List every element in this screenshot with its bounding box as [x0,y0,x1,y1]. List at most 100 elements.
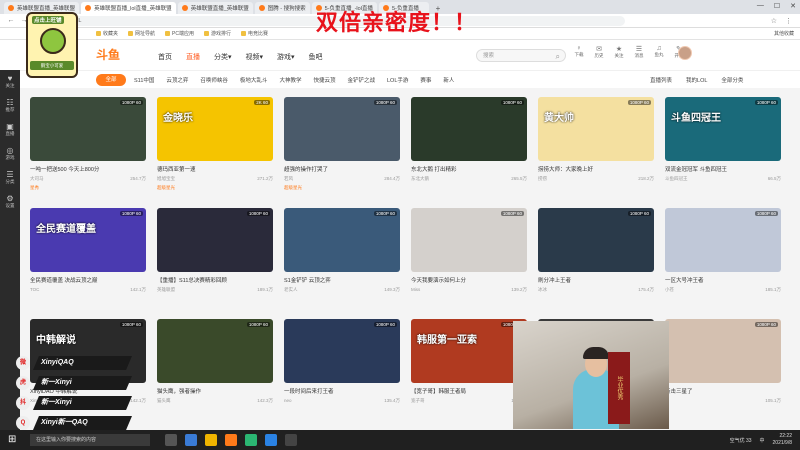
sidebar-item-recommend[interactable]: ☷ 推荐 [0,94,20,118]
stream-thumbnail[interactable]: 1080P 60 [157,208,273,272]
download-button[interactable]: ♀ 下载 [572,45,586,59]
stream-card[interactable]: 1080P 60 东北大鹅 打出精彩 东北大鹅 265.5万 [411,97,527,205]
douyu-app-icon[interactable] [225,434,237,446]
stream-title[interactable]: 一段时间后来打王者 [284,387,400,395]
obs-icon[interactable] [285,434,297,446]
stream-card[interactable]: 1080P 60 今天我要演示如何上分 Miss 139.2万 [411,208,527,316]
search-icon[interactable]: ⌕ [556,51,560,63]
close-icon[interactable]: ✕ [790,2,796,10]
stream-thumbnail[interactable]: 1080P 60 [157,319,273,383]
nav-video[interactable]: 视频▾ [246,52,264,62]
stream-thumbnail[interactable]: 1080P 60 [30,97,146,161]
wechat-icon[interactable] [245,434,257,446]
minimize-icon[interactable]: — [757,2,764,10]
fishball-button[interactable]: ♫ 鱼丸 [652,45,666,59]
stream-card[interactable]: 1080P 60韩服第一亚索【宽子哥】韩服王者局宽子哥128.1万 [411,319,527,427]
streamer-name[interactable]: 捞捞 [538,176,547,182]
stream-card[interactable]: 1080P 60 点击三星了 105.1万 [665,319,781,427]
nav-fishbar[interactable]: 鱼吧 [309,52,323,62]
stream-card[interactable]: 1080P 60 一吨一把送500 今天上800分 大司马 254.7万 星秀 [30,97,146,205]
browser-tab[interactable]: 英雄联盟直播_英雄联盟 [177,2,253,14]
stream-thumbnail[interactable]: 1080P 60 [284,208,400,272]
category-item[interactable]: 极地大乱斗 [240,76,268,84]
stream-thumbnail[interactable]: 1080P 60 [411,97,527,161]
browser-tab[interactable]: 图腾 - 搜狗搜索 [254,2,310,14]
file-explorer-icon[interactable] [205,434,217,446]
stream-card[interactable]: 1080P 60 一段时间后来打王者 neo 135.4万 [284,319,400,427]
category-item[interactable]: 新人 [443,76,454,84]
site-logo[interactable]: 斗鱼 [96,46,120,63]
stream-card[interactable]: 2K 60 金晓乐 德玛西亚第一速 旭旭宝宝 271.2万 超级星光 [157,97,273,205]
ime-indicator[interactable]: 中 [760,437,765,444]
stream-title[interactable]: 点击三星了 [665,387,781,395]
stream-card[interactable]: 1080P 60 斗鱼四冠王 双流金冠冠军 斗鱼四冠王 斗鱼四冠王 66.5万 [665,97,781,205]
stream-card[interactable]: 1080P 60 【重播】S11总决赛精彩回顾 英雄联盟 189.1万 [157,208,273,316]
stream-tag[interactable]: 超级星光 [284,185,400,191]
extensions-icon[interactable]: ⋮ [785,17,792,25]
streamer-name[interactable]: 大司马 [30,176,44,182]
streamer-name[interactable]: 宽子哥 [411,398,425,404]
stream-title[interactable]: 捞捞大师：大家晚上好 [538,165,654,173]
streamer-name[interactable]: 冰冰 [538,287,547,293]
category-item[interactable]: S11中国 [134,76,154,84]
stream-thumbnail[interactable]: 1080P 60 [284,97,400,161]
stream-thumbnail[interactable]: 2K 60 金晓乐 [157,97,273,161]
history-button[interactable]: ✉ 历史 [592,45,606,59]
stream-title[interactable]: 刷分冲上王者 [538,276,654,284]
streamer-name[interactable]: 若风 [284,176,293,182]
site-search-input[interactable]: 搜索 ⌕ [476,49,566,62]
streamer-name[interactable]: 旭旭宝宝 [157,176,175,182]
stream-title[interactable]: 德玛西亚第一速 [157,165,273,173]
category-item[interactable]: 快捷云顶 [313,76,335,84]
maximize-icon[interactable]: ☐ [774,2,780,10]
bookmark-item[interactable]: 电竞比赛 [241,30,268,37]
task-view-icon[interactable] [165,434,177,446]
streamer-name[interactable]: 斗鱼四冠王 [665,176,688,182]
stream-thumbnail[interactable]: 1080P 60 [538,208,654,272]
stream-card[interactable]: 1080P 60 超强的操作打哭了 若风 284.4万 超级星光 [284,97,400,205]
back-icon[interactable]: ← [6,17,16,24]
nav-live[interactable]: 直播 [186,52,200,62]
live-list-link[interactable]: 直播列表 [650,76,672,84]
stream-title[interactable]: 【宽子哥】韩服王者局 [411,387,527,395]
stream-thumbnail[interactable]: 1080P 60 [665,208,781,272]
sidebar-item-live[interactable]: ▣ 直播 [0,118,20,142]
category-item[interactable]: 金铲铲之战 [347,76,375,84]
streamer-name[interactable]: 东北大鹅 [411,176,429,182]
user-avatar[interactable] [678,46,692,60]
streamer-name[interactable]: 英雄联盟 [157,287,175,293]
stream-card[interactable]: 1080P 60 一区大号冲王者 小苍 185.1万 [665,208,781,316]
stream-tag[interactable]: 超级星光 [157,185,273,191]
stream-title[interactable]: 一区大号冲王者 [665,276,781,284]
category-item[interactable]: LOL手游 [387,76,408,84]
bookmark-item[interactable]: PC端应用 [165,30,194,37]
stream-thumbnail[interactable]: 1080P 60 全民赛道覆盖 [30,208,146,272]
nav-home[interactable]: 首页 [158,52,172,62]
streamer-name[interactable]: 老实人 [284,287,298,293]
follow-button[interactable]: ★ 关注 [612,45,626,59]
stream-title[interactable]: 双流金冠冠军 斗鱼四冠王 [665,165,781,173]
message-button[interactable]: ☰ 消息 [632,45,646,59]
streamer-name[interactable]: 小苍 [665,287,674,293]
qq-app-icon[interactable] [265,434,277,446]
stream-card[interactable]: 1080P 60 S1金铲铲 云顶之弈 老实人 149.3万 [284,208,400,316]
stream-thumbnail[interactable]: 1080P 60 [665,319,781,383]
stream-title[interactable]: 今天我要演示如何上分 [411,276,527,284]
streamer-name[interactable]: neo [284,398,292,404]
edge-icon[interactable] [185,434,197,446]
stream-tag[interactable]: 星秀 [30,185,146,191]
category-item[interactable]: 云顶之弈 [166,76,188,84]
bookmark-item[interactable]: 收藏夹 [96,30,118,37]
stream-title[interactable]: 东北大鹅 打出精彩 [411,165,527,173]
nav-category[interactable]: 分类▾ [214,52,232,62]
taskbar-search-input[interactable]: 在这里输入你要搜索的内容 [30,434,150,446]
sidebar-item-category[interactable]: ☰ 分类 [0,166,20,190]
bookmark-item[interactable]: 网址导航 [128,30,155,37]
stream-card[interactable]: 1080P 60 全民赛道覆盖 全民赛道覆盖 决战云顶之巅 TOC 142.1万 [30,208,146,316]
stream-thumbnail[interactable]: 1080P 60 黄大帅 [538,97,654,161]
sidebar-item-settings[interactable]: ⚙ 设置 [0,190,20,214]
stream-thumbnail[interactable]: 1080P 60 斗鱼四冠王 [665,97,781,161]
stream-card[interactable]: 1080P 60 黄大帅 捞捞大师：大家晚上好 捞捞 218.2万 [538,97,654,205]
streamer-name[interactable]: Miss [411,287,420,293]
stream-card[interactable]: 1080P 60 刷分冲上王者 冰冰 175.4万 [538,208,654,316]
